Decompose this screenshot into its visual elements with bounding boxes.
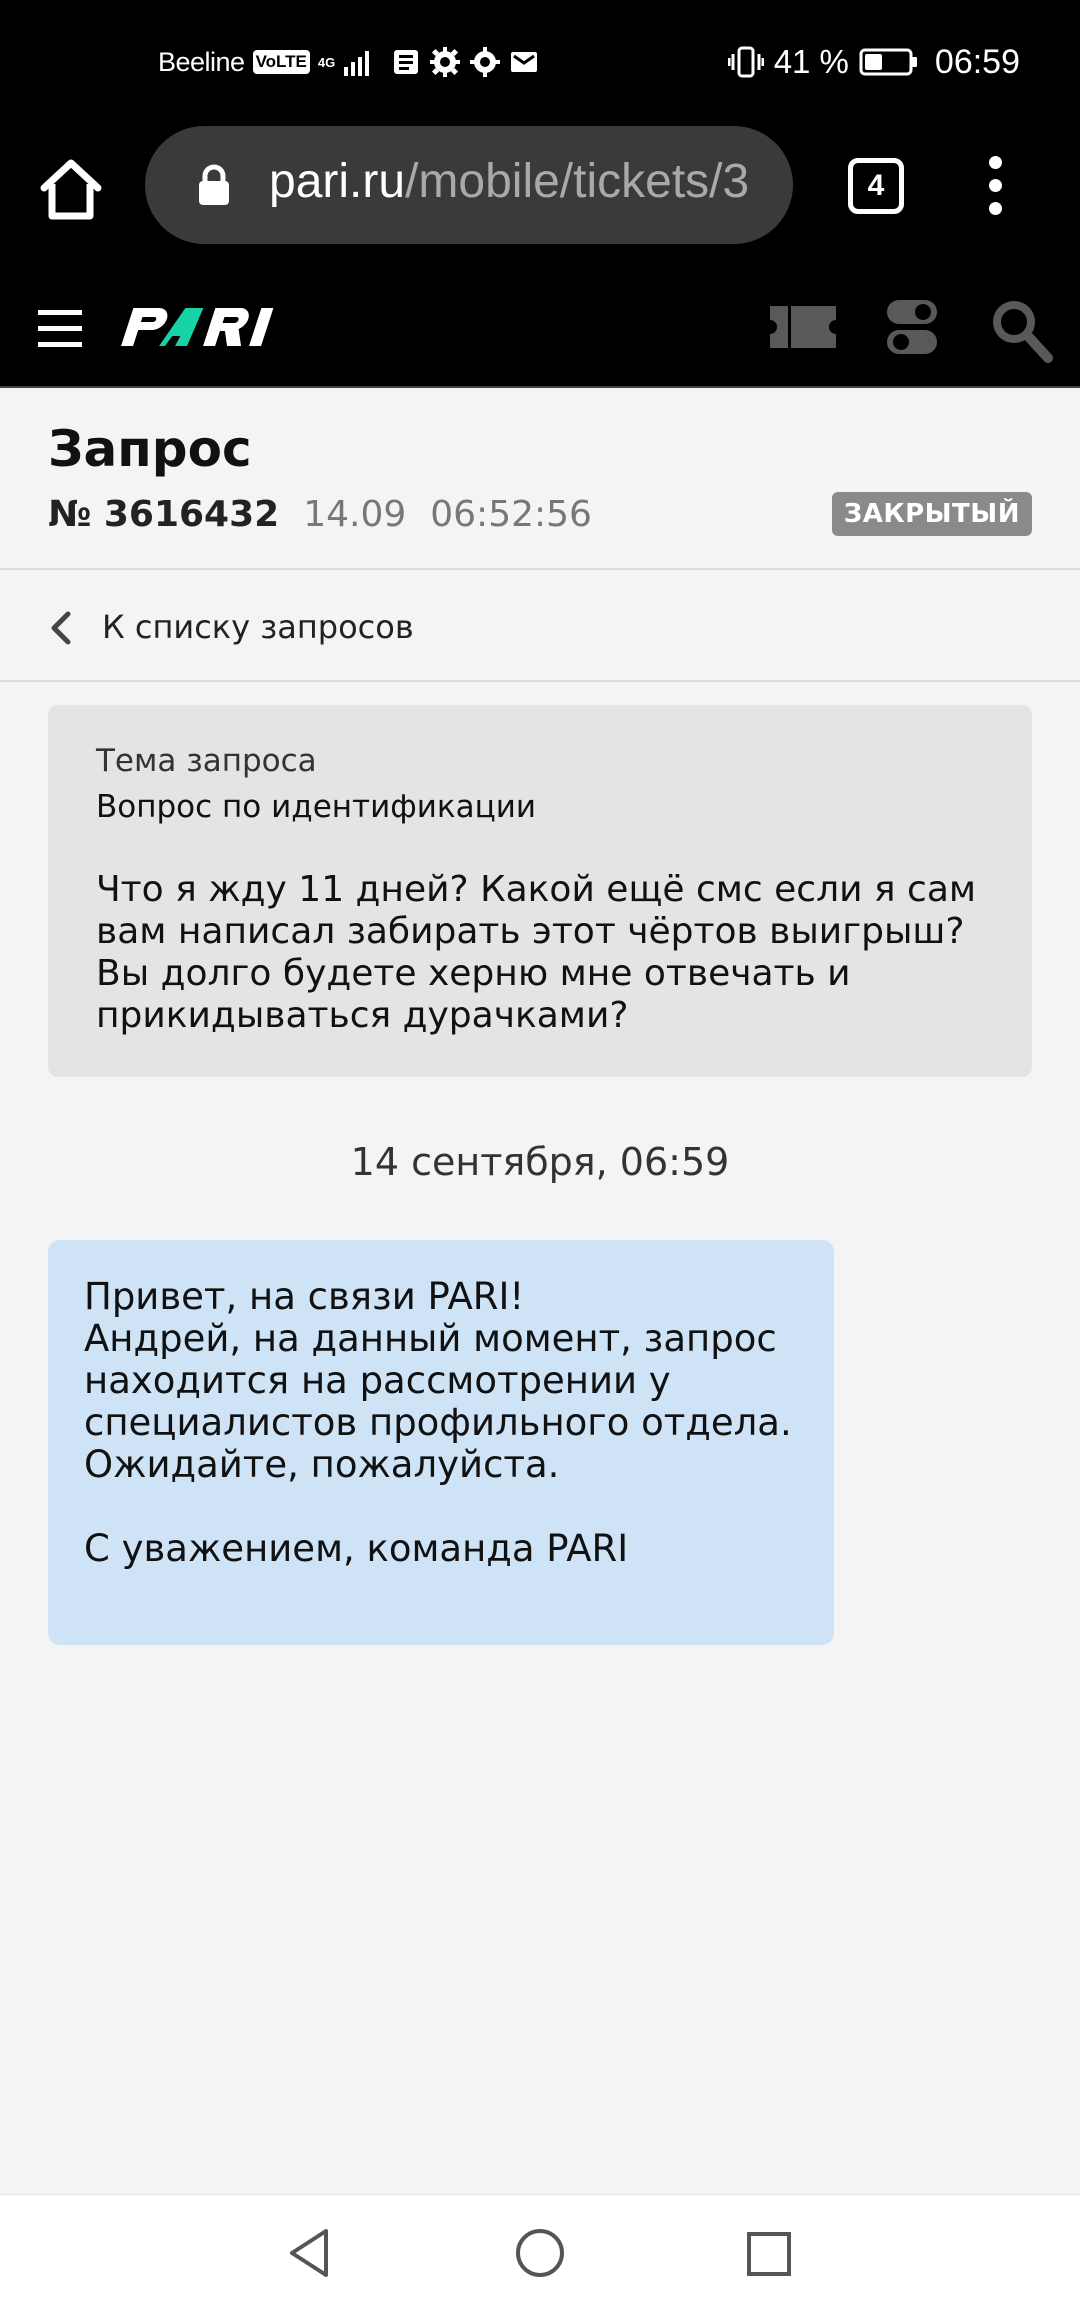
pari-logo[interactable] (118, 300, 308, 356)
ticket-date: 14.09 (303, 494, 407, 535)
url-host: pari.ru (269, 155, 406, 208)
settings-icon (469, 46, 501, 78)
question-topic: Вопрос по идентификации (96, 789, 537, 825)
status-left: Beeline VoLTE 4G (158, 42, 539, 82)
site-header (0, 270, 1080, 388)
lock-icon (197, 164, 231, 210)
ticket-number: № 3616432 (48, 494, 280, 535)
back-to-list-link[interactable]: К списку запросов (0, 572, 1080, 682)
url-text: pari.ru/mobile/tickets/3 (269, 154, 769, 209)
menu-icon[interactable] (38, 306, 82, 350)
search-icon[interactable] (990, 298, 1054, 368)
ticket-header: Запрос № 3616432 14.09 06:52:56 ЗАКРЫТЫЙ (0, 388, 1080, 570)
page-title: Запрос (48, 420, 252, 478)
reply-text: Привет, на связи PARI! Андрей, на данный… (84, 1275, 792, 1570)
question-text: Что я жду 11 дней? Какой ещё смс если я … (96, 869, 977, 1036)
address-bar[interactable]: pari.ru/mobile/tickets/3 (145, 126, 793, 244)
clock: 06:59 (934, 42, 1020, 81)
nav-back-icon[interactable] (286, 2227, 332, 2283)
status-badge: ЗАКРЫТЫЙ (831, 492, 1032, 536)
tab-switcher-button[interactable]: 4 (848, 158, 904, 214)
question-topic-label: Тема запроса (96, 743, 317, 779)
back-link-label: К списку запросов (102, 608, 414, 646)
ticket-time: 06:52:56 (430, 494, 592, 535)
settings-icon (429, 46, 461, 78)
nav-recents-icon[interactable] (746, 2231, 792, 2281)
reply-bubble: Привет, на связи PARI! Андрей, на данный… (48, 1240, 834, 1645)
settings-toggle-icon[interactable] (885, 298, 939, 360)
nav-home-icon[interactable] (514, 2227, 566, 2283)
status-bar: Beeline VoLTE 4G 41 % 06:59 (0, 0, 1080, 126)
system-nav-bar (0, 2194, 1080, 2310)
question-card: Тема запроса Вопрос по идентификации Что… (48, 705, 1032, 1077)
carrier-label: Beeline (158, 46, 245, 77)
battery-percent: 41 % (773, 43, 849, 80)
status-right: 41 % 06:59 (727, 40, 1020, 84)
mail-icon (509, 47, 539, 77)
signal-icon (343, 47, 373, 77)
url-path: /mobile/tickets/3 (405, 155, 750, 208)
chevron-left-icon (48, 610, 74, 650)
volte-badge: VoLTE (252, 50, 310, 74)
network-type: 4G (317, 54, 336, 70)
more-options-icon[interactable] (980, 156, 1010, 216)
message-date: 14 сентября, 06:59 (350, 1140, 730, 1184)
vibrate-icon (727, 44, 764, 80)
battery-icon (859, 46, 919, 78)
news-icon (391, 47, 421, 77)
browser-toolbar: pari.ru/mobile/tickets/3 4 (0, 126, 1080, 270)
home-icon[interactable] (38, 156, 104, 224)
coupon-icon[interactable] (766, 302, 840, 356)
ticket-meta: № 3616432 14.09 06:52:56 (48, 494, 592, 535)
